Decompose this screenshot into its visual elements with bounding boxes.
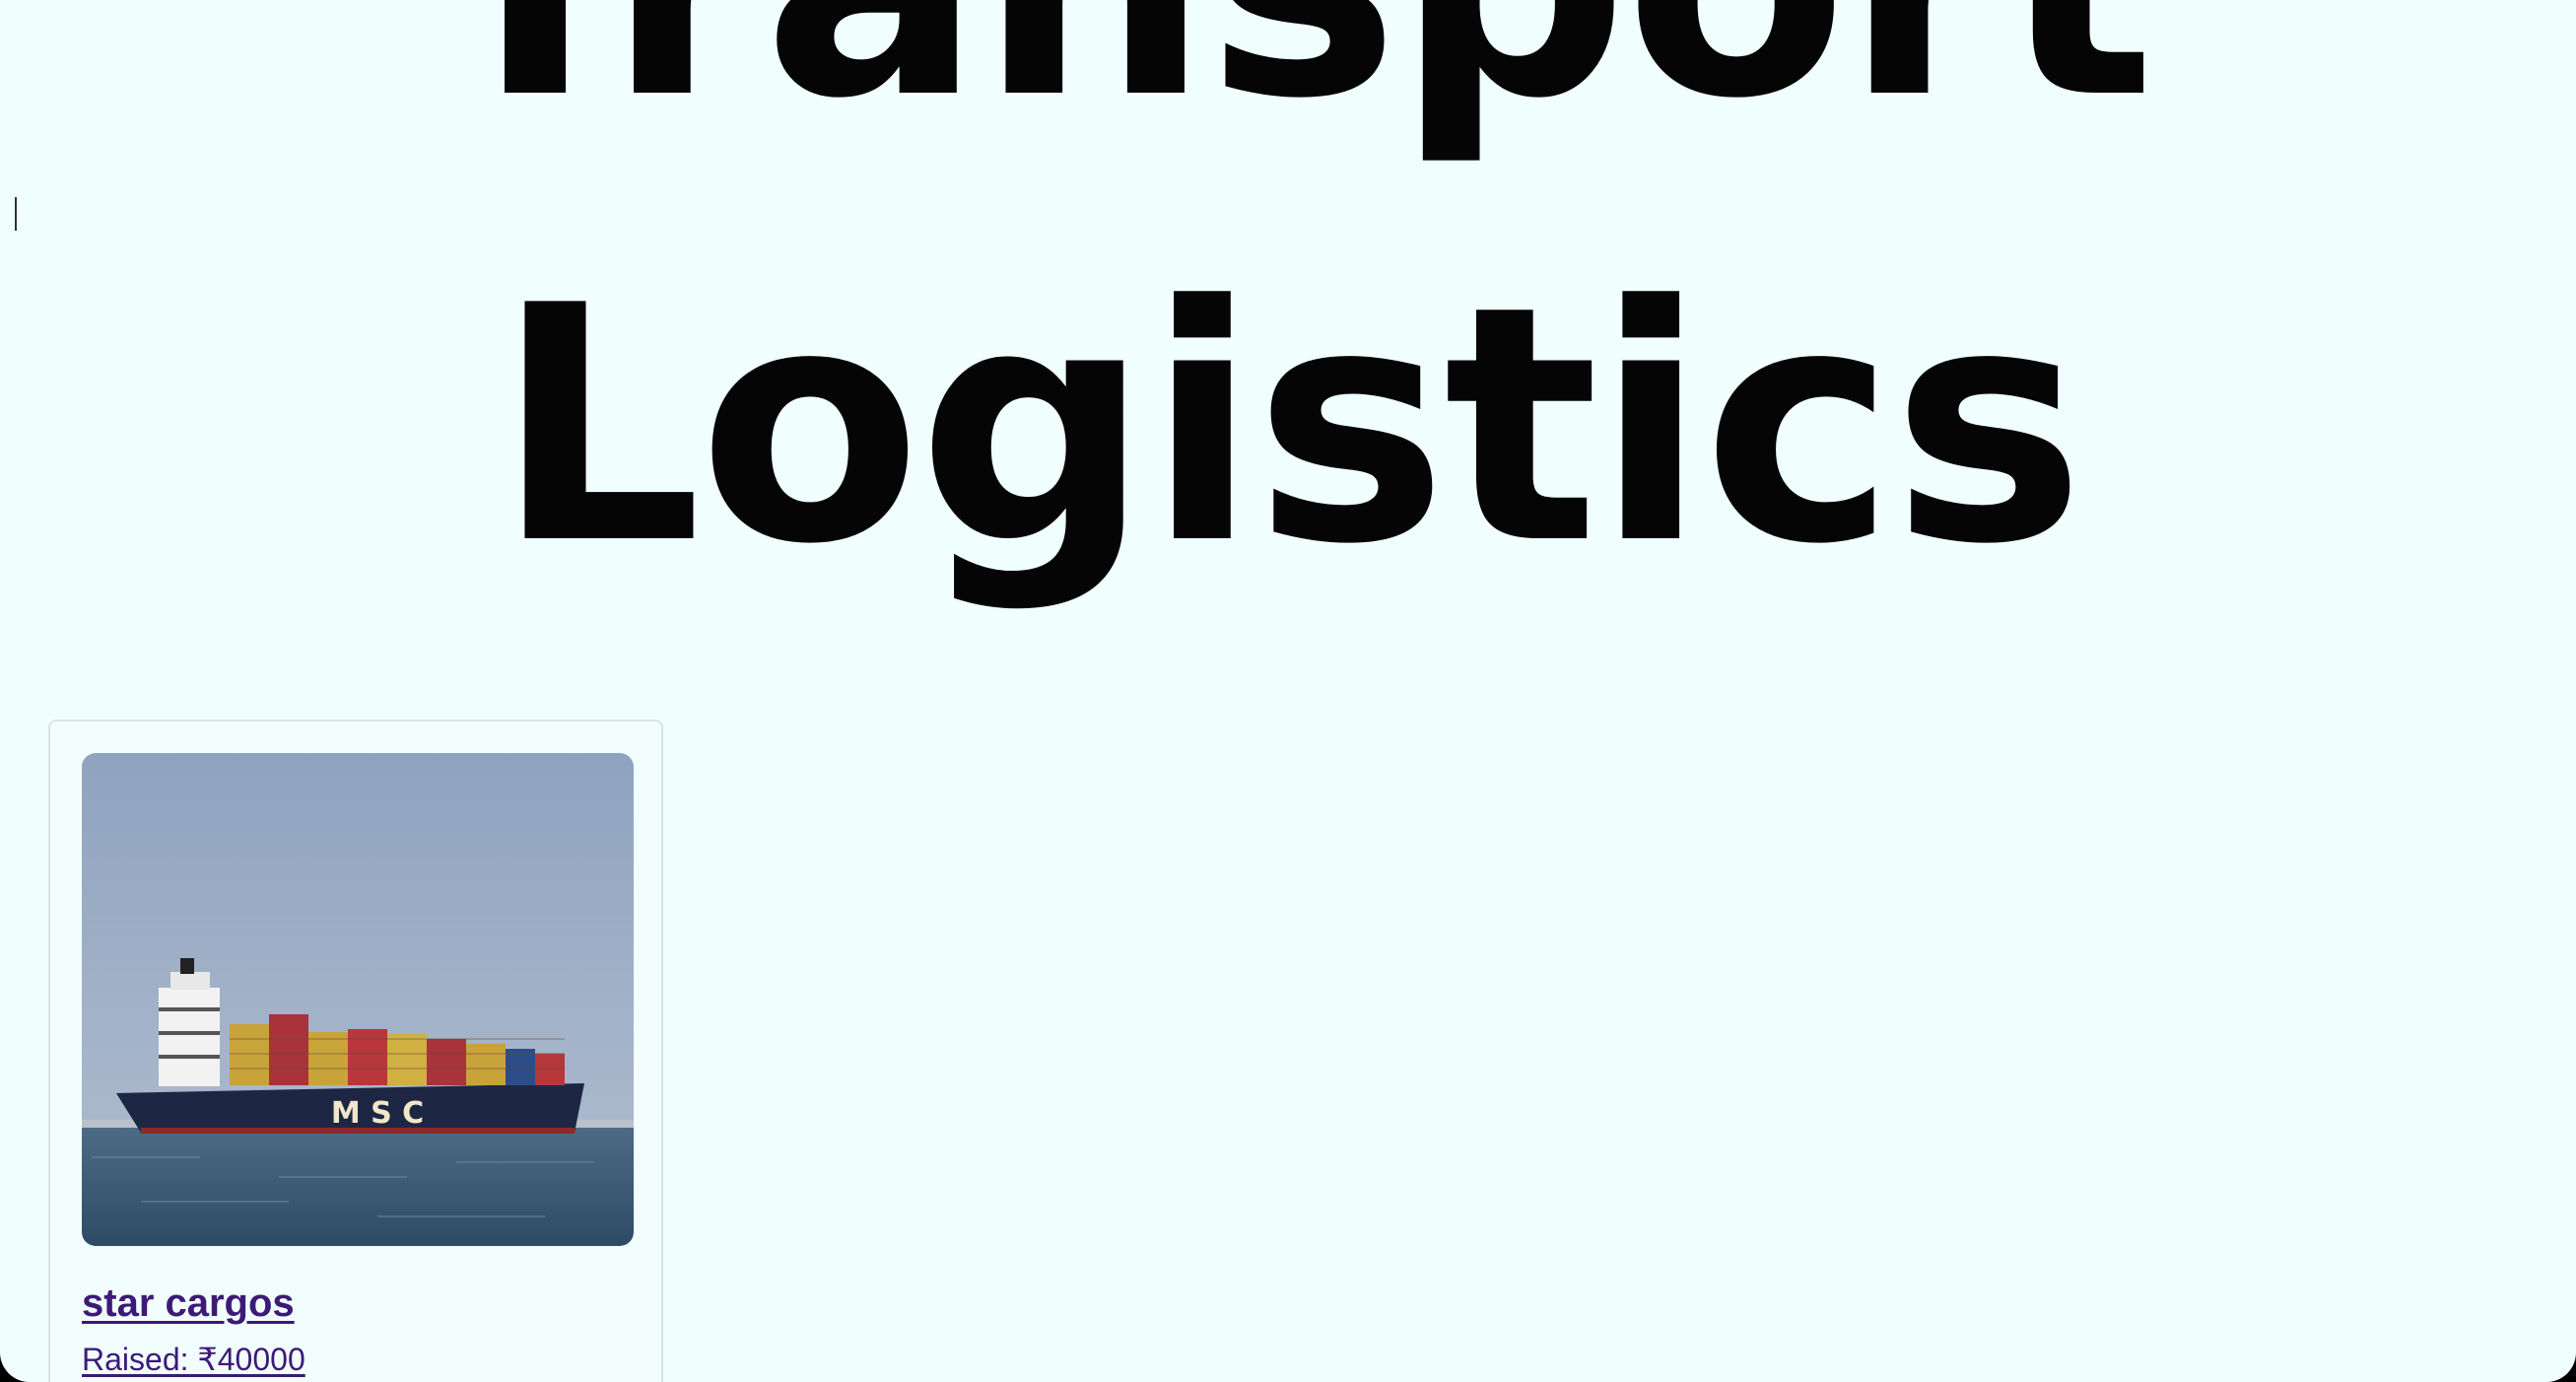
ship-lettering: M S C: [331, 1096, 424, 1131]
raised-amount-link[interactable]: Raised: ₹40000: [82, 1341, 305, 1378]
hero-title-line-1: Transport: [0, 0, 2576, 148]
campaign-card[interactable]: M S C star cargos Raised: ₹40000: [48, 720, 663, 1382]
page: Transport Logistics: [0, 0, 2576, 1382]
container-ship-image: M S C: [82, 753, 634, 1246]
card-image[interactable]: M S C: [82, 753, 634, 1246]
hero-title-line-2: Logistics: [495, 237, 2085, 615]
card-title-link[interactable]: star cargos: [82, 1281, 295, 1326]
text-cursor: [15, 197, 17, 231]
